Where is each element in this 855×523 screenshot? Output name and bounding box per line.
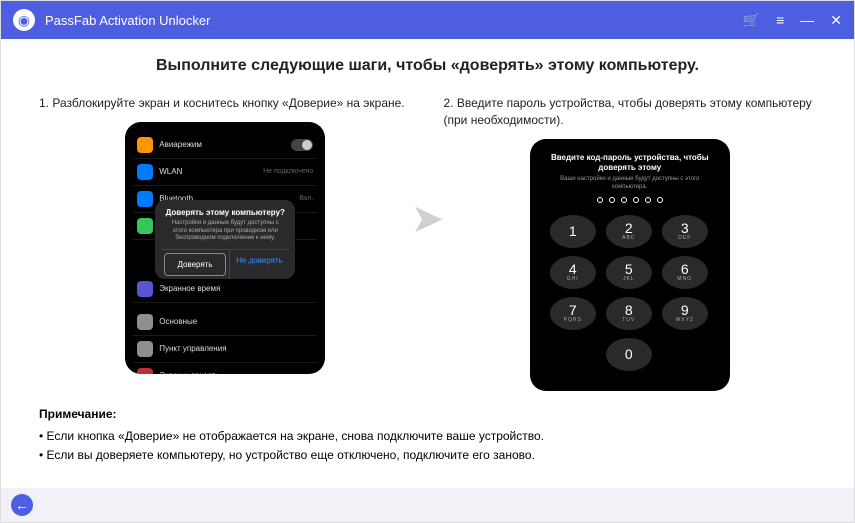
- dialog-title: Доверять этому компьютеру?: [161, 208, 289, 217]
- trust-button[interactable]: Доверять: [164, 253, 226, 276]
- key-5[interactable]: 5JKL: [606, 256, 652, 289]
- menu-icon[interactable]: ≡: [776, 13, 784, 27]
- main-content: Выполните следующие шаги, чтобы «доверят…: [1, 39, 854, 465]
- app-title: PassFab Activation Unlocker: [45, 13, 743, 28]
- wifi-icon: [137, 164, 153, 180]
- step2-label: 2. Введите пароль устройства, чтобы дове…: [444, 95, 817, 129]
- toggle-switch: [291, 139, 313, 151]
- window-controls: 🛒 ≡ — ✕: [743, 13, 842, 27]
- titlebar: ◉ PassFab Activation Unlocker 🛒 ≡ — ✕: [1, 1, 854, 39]
- footer-bar: ←: [1, 488, 854, 522]
- control-center-icon: [137, 341, 153, 357]
- general-icon: [137, 314, 153, 330]
- numeric-keypad: 1 2ABC 3DEF 4GHI 5JKL 6MNO 7PQRS 8TUV 9W…: [538, 209, 722, 377]
- app-logo-icon: ◉: [13, 9, 35, 31]
- key-7[interactable]: 7PQRS: [550, 297, 596, 330]
- setting-row: Пункт управления: [133, 336, 317, 363]
- trust-dialog: Доверять этому компьютеру? Настройки и д…: [155, 200, 295, 279]
- note-item: • Если вы доверяете компьютеру, но устро…: [39, 446, 816, 465]
- dialog-text: Настройки и данные будут доступны с этог…: [161, 220, 289, 243]
- key-4[interactable]: 4GHI: [550, 256, 596, 289]
- screentime-icon: [137, 281, 153, 297]
- setting-row: Экранное время: [133, 276, 317, 303]
- step1-label: 1. Разблокируйте экран и коснитесь кнопк…: [39, 95, 412, 112]
- setting-row: WLANНе подключено: [133, 159, 317, 186]
- passcode-title: Введите код-пароль устройства, чтобы дов…: [546, 153, 714, 174]
- key-1[interactable]: 1: [550, 215, 596, 248]
- airplane-icon: [137, 137, 153, 153]
- display-icon: [137, 368, 153, 374]
- key-6[interactable]: 6MNO: [662, 256, 708, 289]
- key-9[interactable]: 9WXYZ: [662, 297, 708, 330]
- key-3[interactable]: 3DEF: [662, 215, 708, 248]
- setting-row: Экран и яркость: [133, 363, 317, 374]
- passcode-subtitle: Ваши настройки и данные будут доступны с…: [546, 176, 714, 190]
- setting-row: Основные: [133, 309, 317, 336]
- key-0[interactable]: 0: [606, 338, 652, 371]
- step1-column: 1. Разблокируйте экран и коснитесь кнопк…: [39, 95, 412, 391]
- back-button[interactable]: ←: [11, 494, 33, 516]
- phone-mockup-trust: Авиарежим WLANНе подключено BluetoothВкл…: [125, 122, 325, 374]
- cellular-icon: [137, 218, 153, 234]
- setting-row: Авиарежим: [133, 132, 317, 159]
- key-2[interactable]: 2ABC: [606, 215, 652, 248]
- bluetooth-icon: [137, 191, 153, 207]
- minimize-button[interactable]: —: [800, 13, 814, 27]
- notes-section: Примечание: • Если кнопка «Доверие» не о…: [39, 407, 816, 465]
- cart-icon[interactable]: 🛒: [743, 13, 760, 27]
- step2-column: 2. Введите пароль устройства, чтобы дове…: [444, 95, 817, 391]
- note-item: • Если кнопка «Доверие» не отображается …: [39, 427, 816, 446]
- notes-title: Примечание:: [39, 407, 816, 421]
- arrow-right-icon: ➤: [411, 196, 445, 242]
- dont-trust-button[interactable]: Не доверять: [229, 250, 290, 279]
- page-heading: Выполните следующие шаги, чтобы «доверят…: [39, 57, 816, 75]
- close-button[interactable]: ✕: [830, 13, 842, 27]
- passcode-dots: [546, 197, 714, 203]
- key-8[interactable]: 8TUV: [606, 297, 652, 330]
- phone-mockup-passcode: Введите код-пароль устройства, чтобы дов…: [530, 139, 730, 391]
